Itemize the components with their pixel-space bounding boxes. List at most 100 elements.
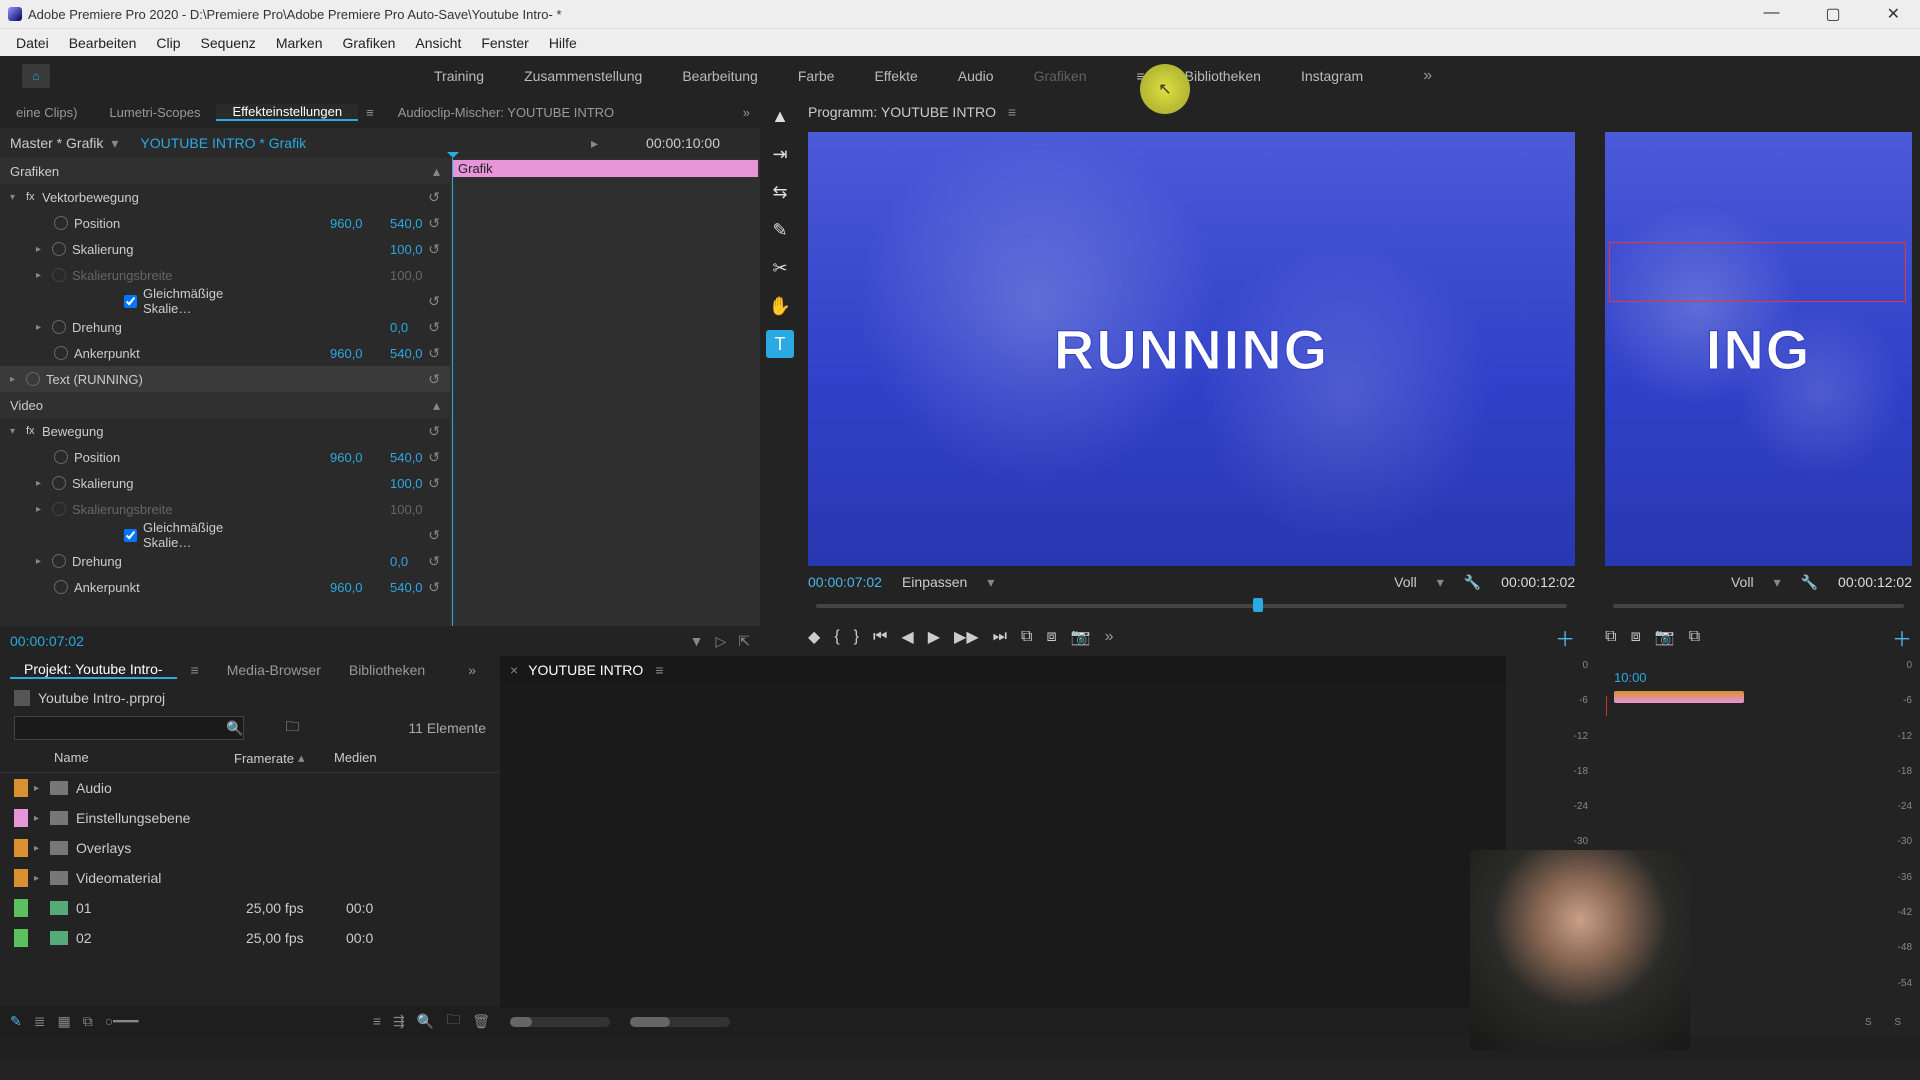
anchor-x[interactable]: 960,0 bbox=[330, 346, 390, 361]
menu-grafiken[interactable]: Grafiken bbox=[333, 35, 406, 51]
sort-icon[interactable]: ≡ bbox=[373, 1013, 381, 1029]
reset-icon[interactable]: ↺ bbox=[428, 215, 440, 232]
menu-hilfe[interactable]: Hilfe bbox=[539, 35, 587, 51]
ws-farbe[interactable]: Farbe bbox=[798, 68, 835, 84]
expand-icon[interactable]: ▾ bbox=[10, 192, 26, 203]
scrubber[interactable] bbox=[1605, 594, 1912, 618]
new-bin-icon[interactable]: 🗀 bbox=[446, 1009, 460, 1033]
minimize-button[interactable]: — bbox=[1751, 4, 1791, 24]
collapse-icon[interactable]: ▴ bbox=[433, 397, 440, 414]
auto-icon[interactable]: ⇶ bbox=[393, 1013, 405, 1030]
reset-icon[interactable]: ↺ bbox=[428, 475, 440, 492]
menu-ansicht[interactable]: Ansicht bbox=[405, 35, 471, 51]
tab-audioclip-mischer[interactable]: Audioclip-Mischer: YOUTUBE INTRO bbox=[382, 105, 630, 120]
pos-x[interactable]: 960,0 bbox=[330, 216, 390, 231]
reset-icon[interactable]: ↺ bbox=[428, 241, 440, 258]
scale-val2[interactable]: 100,0 bbox=[390, 476, 450, 491]
selection-tool[interactable]: ▲ bbox=[766, 102, 794, 130]
expand-icon[interactable]: ▸ bbox=[10, 374, 26, 385]
project-row[interactable]: 02 25,00 fps 00:0 bbox=[0, 923, 500, 953]
pos-y[interactable]: 540,0 bbox=[390, 216, 450, 231]
solo-buttons[interactable]: S S bbox=[1860, 1013, 1916, 1032]
wrench-icon[interactable]: 🔧 bbox=[1464, 574, 1481, 591]
expand-icon[interactable]: ▸ bbox=[36, 244, 52, 255]
timeline-zoom[interactable] bbox=[630, 1017, 730, 1027]
col-framerate[interactable]: Framerate▴ bbox=[234, 750, 334, 766]
expand-icon[interactable]: ▸ bbox=[34, 813, 50, 824]
col-name[interactable]: Name bbox=[14, 750, 234, 766]
tabs-overflow[interactable]: » bbox=[743, 105, 760, 120]
lift-button[interactable]: ⧉ bbox=[1605, 628, 1616, 646]
reset-icon[interactable]: ↺ bbox=[428, 579, 440, 596]
snap-icon[interactable]: ⇱ bbox=[738, 633, 750, 650]
menu-datei[interactable]: Datei bbox=[6, 35, 59, 51]
hand-tool[interactable]: ✋ bbox=[766, 292, 794, 320]
track-select-tool[interactable]: ⇥ bbox=[766, 140, 794, 168]
anchor-y2[interactable]: 540,0 bbox=[390, 580, 450, 595]
tab-bibliotheken[interactable]: Bibliotheken bbox=[335, 662, 439, 678]
add-button[interactable]: ＋ bbox=[1555, 623, 1575, 652]
scrubber[interactable] bbox=[808, 594, 1575, 618]
filter-icon[interactable]: ▼ bbox=[690, 633, 704, 650]
sequence-clip-label[interactable]: YOUTUBE INTRO * Grafik bbox=[140, 135, 306, 151]
btn-overflow[interactable]: » bbox=[1105, 628, 1114, 646]
menu-sequenz[interactable]: Sequenz bbox=[191, 35, 266, 51]
reset-icon[interactable]: ↺ bbox=[428, 293, 440, 310]
expand-icon[interactable]: ▸ bbox=[36, 478, 52, 489]
ws-instagram[interactable]: Instagram bbox=[1301, 68, 1363, 84]
comparison-button[interactable]: ⧉ bbox=[1689, 628, 1700, 646]
tab-effekteinstellungen[interactable]: Effekteinstellungen bbox=[216, 104, 358, 121]
quality-dropdown[interactable]: Voll bbox=[1731, 574, 1754, 590]
ws-grafiken[interactable]: Grafiken bbox=[1034, 68, 1087, 84]
section-bewegung[interactable]: Bewegung bbox=[42, 424, 450, 439]
razor-tool[interactable]: ✎ bbox=[766, 216, 794, 244]
tab-clips[interactable]: eine Clips) bbox=[0, 105, 93, 120]
timeline-tab[interactable]: YOUTUBE INTRO bbox=[528, 662, 643, 678]
keyframe-toggle[interactable] bbox=[52, 268, 66, 282]
menu-marken[interactable]: Marken bbox=[266, 35, 333, 51]
mini-playhead[interactable] bbox=[1606, 696, 1607, 716]
bin-icon[interactable]: 🗀 bbox=[285, 716, 299, 740]
ws-bearbeitung[interactable]: Bearbeitung bbox=[682, 68, 758, 84]
rot-val[interactable]: 0,0 bbox=[390, 320, 450, 335]
type-tool[interactable]: T bbox=[766, 330, 794, 358]
marker-button[interactable]: ◆ bbox=[808, 627, 820, 647]
playhead-icon[interactable] bbox=[452, 158, 453, 626]
search-input[interactable] bbox=[14, 716, 244, 740]
freeform-icon[interactable]: ⧉ bbox=[83, 1013, 93, 1030]
pos-y2[interactable]: 540,0 bbox=[390, 450, 450, 465]
anchor-y[interactable]: 540,0 bbox=[390, 346, 450, 361]
rot-val2[interactable]: 0,0 bbox=[390, 554, 450, 569]
anchor-x2[interactable]: 960,0 bbox=[330, 580, 390, 595]
wrench-icon[interactable]: 🔧 bbox=[1801, 574, 1818, 591]
ripple-tool[interactable]: ⇆ bbox=[766, 178, 794, 206]
keyframe-toggle[interactable] bbox=[54, 580, 68, 594]
panel-menu-icon[interactable]: ≡ bbox=[655, 662, 663, 678]
export-frame-button[interactable]: 📷 bbox=[1071, 627, 1091, 647]
current-timecode[interactable]: 00:00:07:02 bbox=[10, 633, 84, 649]
tab-projekt[interactable]: Projekt: Youtube Intro- bbox=[10, 661, 177, 679]
reset-icon[interactable]: ↺ bbox=[428, 371, 440, 388]
section-video[interactable]: Video bbox=[10, 398, 450, 413]
fit-dropdown[interactable]: Einpassen bbox=[902, 574, 967, 590]
uniform-scale-checkbox[interactable] bbox=[124, 295, 137, 308]
keyframe-toggle[interactable] bbox=[54, 450, 68, 464]
master-clip-label[interactable]: Master * Grafik bbox=[10, 135, 103, 151]
keyframe-toggle[interactable] bbox=[54, 216, 68, 230]
play-tri-icon[interactable]: ▸ bbox=[591, 135, 606, 152]
reset-icon[interactable]: ↺ bbox=[428, 527, 440, 544]
list-view-icon[interactable]: ≣ bbox=[34, 1013, 46, 1030]
pos-x2[interactable]: 960,0 bbox=[330, 450, 390, 465]
out-button[interactable]: } bbox=[854, 628, 859, 646]
zoom-slider[interactable]: ○━━━ bbox=[105, 1013, 139, 1030]
col-medien[interactable]: Medien bbox=[334, 750, 486, 766]
extract-button[interactable]: ⧈ bbox=[1631, 628, 1641, 646]
program-tab[interactable]: Programm: YOUTUBE INTRO bbox=[808, 104, 996, 120]
clip-strip[interactable]: Grafik bbox=[452, 160, 758, 177]
pen-tool[interactable]: ✂ bbox=[766, 254, 794, 282]
reset-icon[interactable]: ↺ bbox=[428, 449, 440, 466]
ws-effekte[interactable]: Effekte bbox=[874, 68, 917, 84]
uniform-scale-checkbox[interactable] bbox=[124, 529, 137, 542]
project-row[interactable]: 01 25,00 fps 00:0 bbox=[0, 893, 500, 923]
close-tab-icon[interactable]: × bbox=[510, 662, 518, 678]
